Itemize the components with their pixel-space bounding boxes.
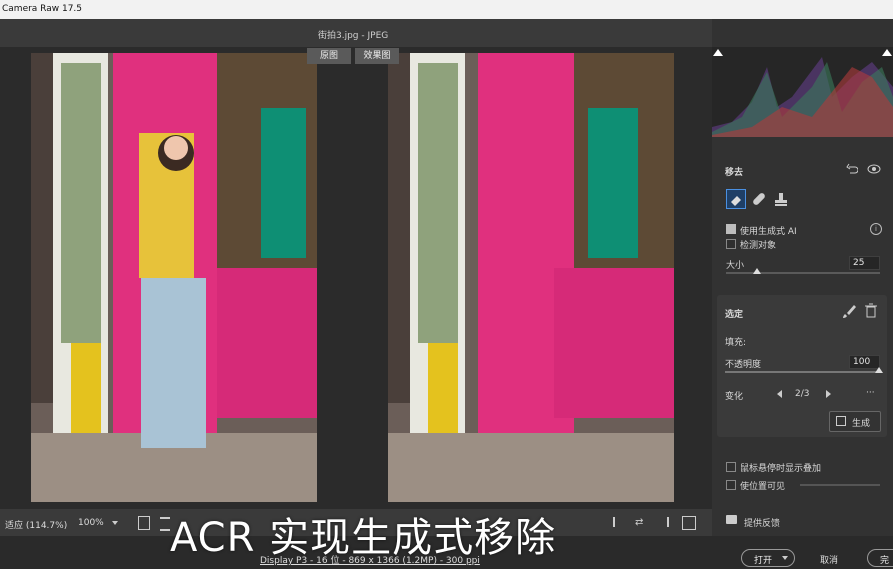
done-button[interactable]: 完 — [867, 549, 893, 567]
app-title: Camera Raw 17.5 — [2, 4, 83, 14]
generate-button[interactable]: 生成 — [829, 411, 881, 432]
variation-next-icon[interactable] — [826, 390, 831, 398]
top-toolbar: 街拍3.jpg - JPEG — [0, 19, 712, 47]
show-overlay-on-hover-checkbox[interactable] — [726, 462, 736, 472]
opacity-label: 不透明度 — [725, 360, 762, 370]
clipping-highlight-icon[interactable] — [882, 49, 892, 56]
make-position-visible-checkbox[interactable] — [726, 480, 736, 490]
use-generative-ai-checkbox[interactable] — [726, 224, 736, 234]
window-title-bar: Camera Raw 17.5 — [0, 0, 893, 19]
variation-value: 2/3 — [795, 389, 810, 399]
open-dropdown-icon[interactable] — [782, 556, 788, 560]
show-overlay-on-hover-label: 鼠标悬停时显示叠加 — [740, 464, 822, 474]
size-slider-thumb[interactable] — [752, 268, 761, 274]
remove-panel-title: 移去 — [725, 168, 744, 178]
brush-icon[interactable] — [842, 304, 856, 318]
stamp-tool-icon[interactable] — [772, 190, 790, 208]
reset-icon[interactable] — [846, 163, 859, 175]
generate-icon — [836, 416, 846, 426]
opacity-slider-thumb[interactable] — [875, 367, 883, 373]
info-icon[interactable]: i — [870, 223, 882, 235]
make-position-visible-label: 使位置可见 — [740, 482, 786, 492]
done-button-label: 完 — [880, 556, 890, 566]
eraser-tool-icon[interactable] — [726, 189, 746, 209]
generate-label: 生成 — [852, 419, 871, 429]
file-name: 街拍3.jpg - JPEG — [318, 31, 389, 41]
zoom-100[interactable]: 100% — [78, 518, 104, 528]
before-photo[interactable] — [31, 53, 317, 502]
detect-objects-label: 检测对象 — [740, 241, 777, 251]
variation-prev-icon[interactable] — [777, 390, 782, 398]
opacity-slider-track[interactable] — [725, 371, 879, 373]
position-visibility-slider[interactable] — [800, 484, 880, 486]
clipping-shadow-icon[interactable] — [713, 49, 723, 56]
swap-icon[interactable]: ⇄ — [635, 517, 643, 528]
selection-panel-title: 选定 — [725, 310, 744, 320]
feedback-label[interactable]: 提供反馈 — [744, 516, 780, 529]
sort-icon[interactable] — [160, 517, 170, 531]
use-generative-ai-label: 使用生成式 AI — [740, 227, 797, 237]
trash-icon[interactable] — [864, 303, 878, 318]
size-label: 大小 — [726, 261, 745, 271]
size-value-field[interactable]: 25 — [849, 256, 880, 270]
zoom-dropdown-icon[interactable] — [112, 521, 118, 525]
open-button-label: 打开 — [754, 556, 773, 566]
size-slider-track[interactable] — [726, 272, 880, 274]
open-button[interactable]: 打开 — [741, 549, 795, 567]
cancel-button[interactable]: 取消 — [820, 553, 838, 566]
filmstrip-icon[interactable] — [138, 516, 150, 530]
video-caption: ACR 实现生成式移除 — [170, 515, 557, 561]
zoom-fit[interactable]: 适应 (114.7%) — [5, 518, 67, 531]
fill-label: 填充: — [725, 338, 747, 348]
histogram — [712, 47, 893, 137]
copy-settings-icon[interactable] — [655, 517, 669, 527]
before-after-icon[interactable] — [613, 517, 627, 527]
variation-label: 变化 — [725, 392, 744, 402]
more-options[interactable]: ··· — [866, 388, 875, 398]
heal-tool-icon[interactable] — [750, 190, 768, 208]
detect-objects-checkbox[interactable] — [726, 239, 736, 249]
split-view-icon[interactable] — [682, 516, 696, 530]
tab-after[interactable]: 效果图 — [355, 48, 399, 64]
visibility-eye-icon[interactable] — [867, 163, 881, 175]
after-photo[interactable] — [388, 53, 674, 502]
tab-before[interactable]: 原图 — [307, 48, 351, 64]
feedback-icon[interactable] — [726, 515, 737, 524]
